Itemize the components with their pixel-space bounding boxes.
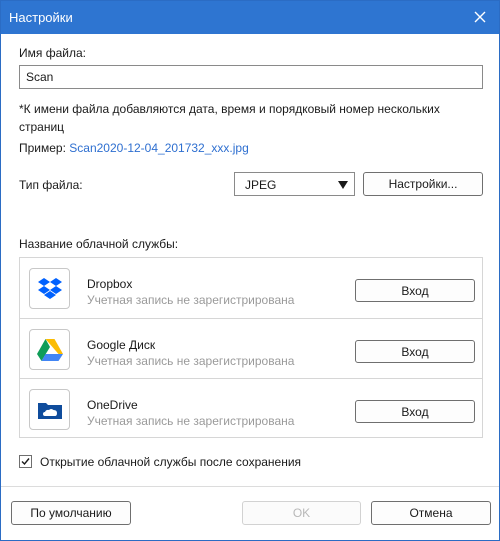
dialog-title: Настройки — [9, 10, 73, 25]
filetype-selected-value: JPEG — [245, 178, 277, 192]
dropbox-icon — [29, 268, 70, 309]
example-value: Scan2020-12-04_201732_xxx.jpg — [69, 141, 249, 155]
cancel-button[interactable]: Отмена — [371, 501, 491, 525]
cloud-service-row-dropbox: Dropbox Учетная запись не зарегистрирова… — [20, 258, 482, 318]
dropdown-arrow-icon — [338, 181, 348, 189]
google-drive-login-button[interactable]: Вход — [355, 340, 475, 363]
title-bar: Настройки — [1, 1, 499, 34]
cloud-service-name: OneDrive — [87, 398, 138, 412]
footer-divider — [1, 486, 499, 487]
filetype-select[interactable]: JPEG — [234, 172, 355, 196]
google-drive-icon — [29, 329, 70, 370]
filetype-settings-button[interactable]: Настройки... — [363, 172, 483, 196]
cloud-service-name: Dropbox — [87, 277, 133, 291]
filename-example: Пример: Scan2020-12-04_201732_xxx.jpg — [19, 141, 249, 155]
checkmark-icon — [21, 458, 30, 466]
cloud-service-row-google-drive: Google Диск Учетная запись не зарегистри… — [20, 318, 482, 378]
cloud-service-status: Учетная запись не зарегистрирована — [87, 354, 295, 368]
filename-label: Имя файла: — [19, 46, 86, 60]
example-label: Пример: — [19, 141, 66, 155]
cloud-service-status: Учетная запись не зарегистрирована — [87, 414, 295, 428]
cloud-service-row-onedrive: OneDrive Учетная запись не зарегистриров… — [20, 378, 482, 438]
filename-note: *К имени файла добавляются дата, время и… — [19, 102, 440, 134]
open-after-save-label: Открытие облачной службы после сохранени… — [40, 455, 302, 469]
ok-button[interactable]: OK — [242, 501, 361, 525]
onedrive-login-button[interactable]: Вход — [355, 400, 475, 423]
default-button[interactable]: По умолчанию — [11, 501, 131, 525]
filename-input[interactable] — [19, 65, 483, 89]
cloud-service-list: Dropbox Учетная запись не зарегистрирова… — [19, 257, 483, 438]
open-after-save-checkbox[interactable] — [19, 455, 32, 468]
settings-dialog: Настройки Имя файла: *К имени файла доба… — [0, 0, 500, 541]
onedrive-icon — [29, 389, 70, 430]
cloud-service-status: Учетная запись не зарегистрирована — [87, 293, 295, 307]
cloud-service-name: Google Диск — [87, 338, 156, 352]
dropbox-login-button[interactable]: Вход — [355, 279, 475, 302]
close-button[interactable] — [467, 5, 493, 29]
filetype-label: Тип файла: — [19, 178, 83, 192]
cloud-service-label: Название облачной службы: — [19, 237, 179, 251]
close-icon — [474, 11, 486, 23]
